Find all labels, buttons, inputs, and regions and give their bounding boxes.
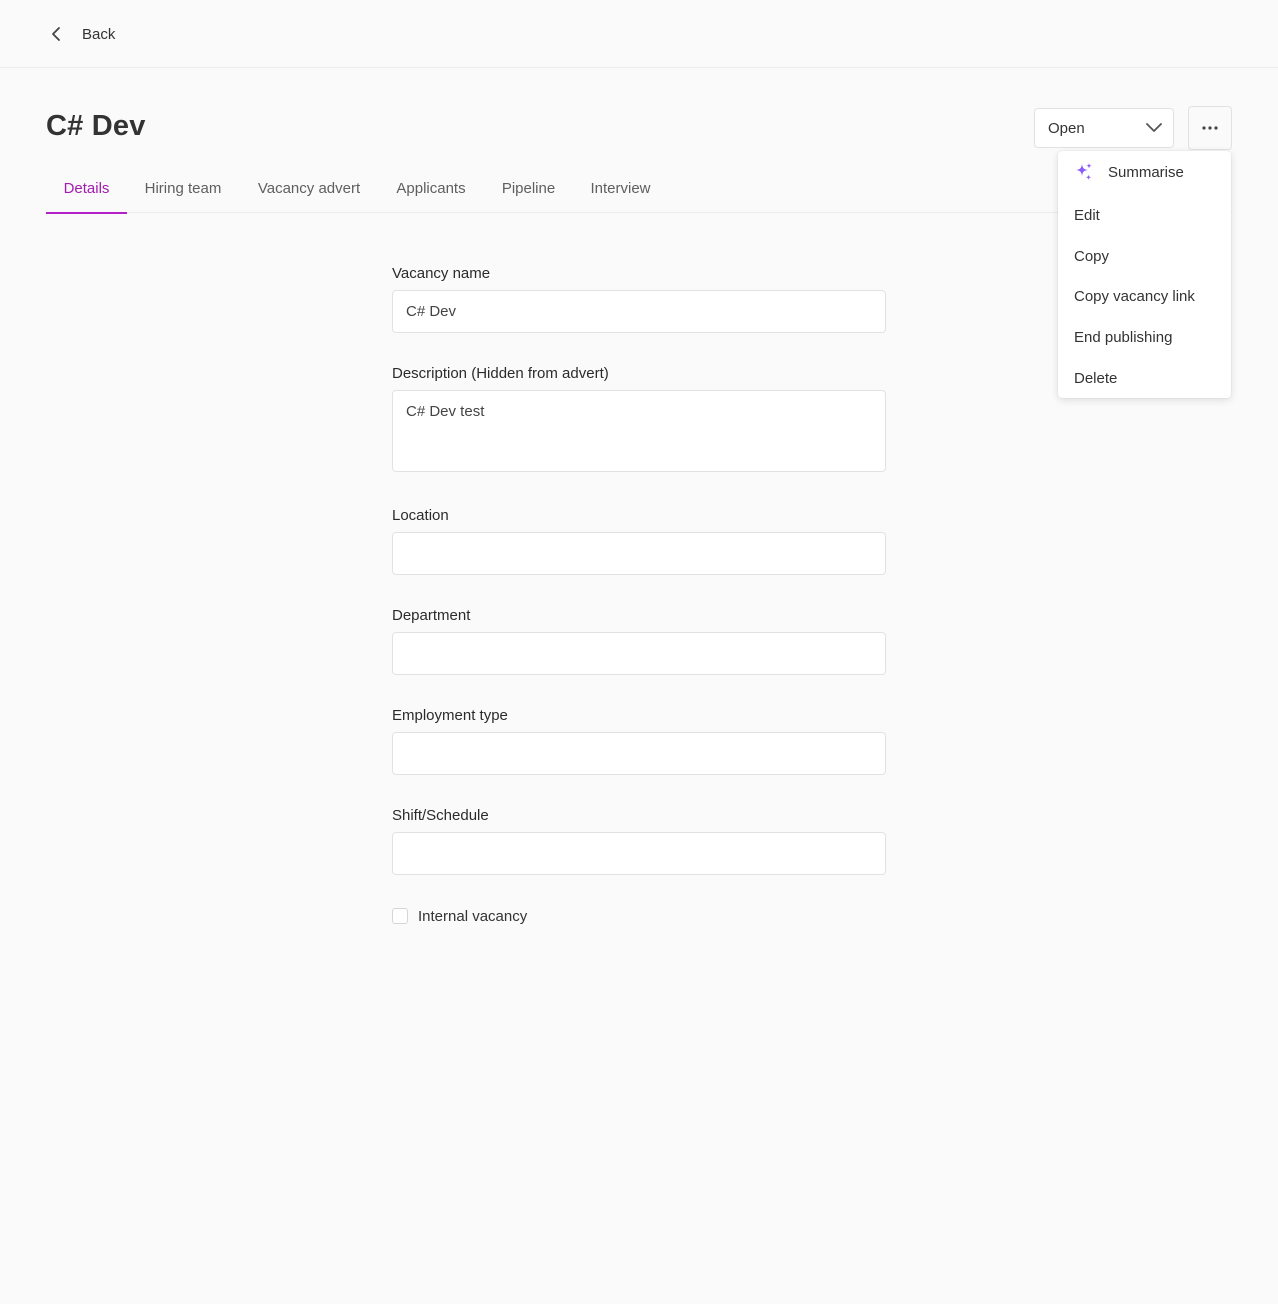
status-select[interactable]: Open (1034, 108, 1174, 148)
sparkle-icon (1076, 163, 1092, 181)
tab-hiring-team[interactable]: Hiring team (135, 164, 231, 213)
internal-vacancy-row[interactable]: Internal vacancy (392, 906, 527, 926)
menu-item-copy[interactable]: Copy (1058, 238, 1231, 274)
more-horizontal-icon (1202, 126, 1218, 130)
tab-bar: Details Hiring team Vacancy advert Appli… (46, 164, 1232, 214)
tab-details[interactable]: Details (46, 164, 127, 214)
page-title: C# Dev (46, 110, 146, 142)
menu-item-label: Summarise (1108, 163, 1184, 181)
tab-pipeline[interactable]: Pipeline (494, 164, 563, 213)
location-input[interactable] (392, 532, 886, 575)
department-label: Department (392, 607, 471, 624)
more-options-menu: Summarise Edit Copy Copy vacancy link En… (1058, 151, 1231, 398)
shift-schedule-label: Shift/Schedule (392, 807, 489, 824)
internal-vacancy-checkbox[interactable] (392, 908, 408, 924)
menu-item-edit[interactable]: Edit (1058, 197, 1231, 233)
vacancy-name-label: Vacancy name (392, 265, 491, 282)
chevron-down-icon (1146, 123, 1162, 132)
tab-interview[interactable]: Interview (582, 164, 659, 213)
internal-vacancy-label: Internal vacancy (418, 907, 528, 925)
employment-type-input[interactable] (392, 732, 886, 775)
menu-item-delete[interactable]: Delete (1058, 360, 1231, 396)
department-input[interactable] (392, 632, 886, 675)
description-textarea[interactable]: C# Dev test (392, 390, 886, 472)
back-button[interactable]: Back (46, 22, 115, 46)
tab-vacancy-advert[interactable]: Vacancy advert (249, 164, 369, 213)
menu-item-copy-vacancy-link[interactable]: Copy vacancy link (1058, 278, 1231, 314)
shift-schedule-input[interactable] (392, 832, 886, 875)
back-label: Back (82, 25, 116, 43)
status-value: Open (1048, 119, 1085, 137)
chevron-left-icon (52, 27, 60, 41)
menu-item-end-publishing[interactable]: End publishing (1058, 319, 1231, 355)
employment-type-label: Employment type (392, 707, 508, 724)
menu-item-summarise[interactable]: Summarise (1058, 154, 1231, 190)
description-label: Description (Hidden from advert) (392, 365, 609, 382)
top-bar: Back (0, 0, 1278, 68)
tab-applicants[interactable]: Applicants (388, 164, 474, 213)
vacancy-name-input[interactable]: C# Dev (392, 290, 886, 333)
more-options-button[interactable] (1188, 106, 1232, 150)
location-label: Location (392, 507, 449, 524)
